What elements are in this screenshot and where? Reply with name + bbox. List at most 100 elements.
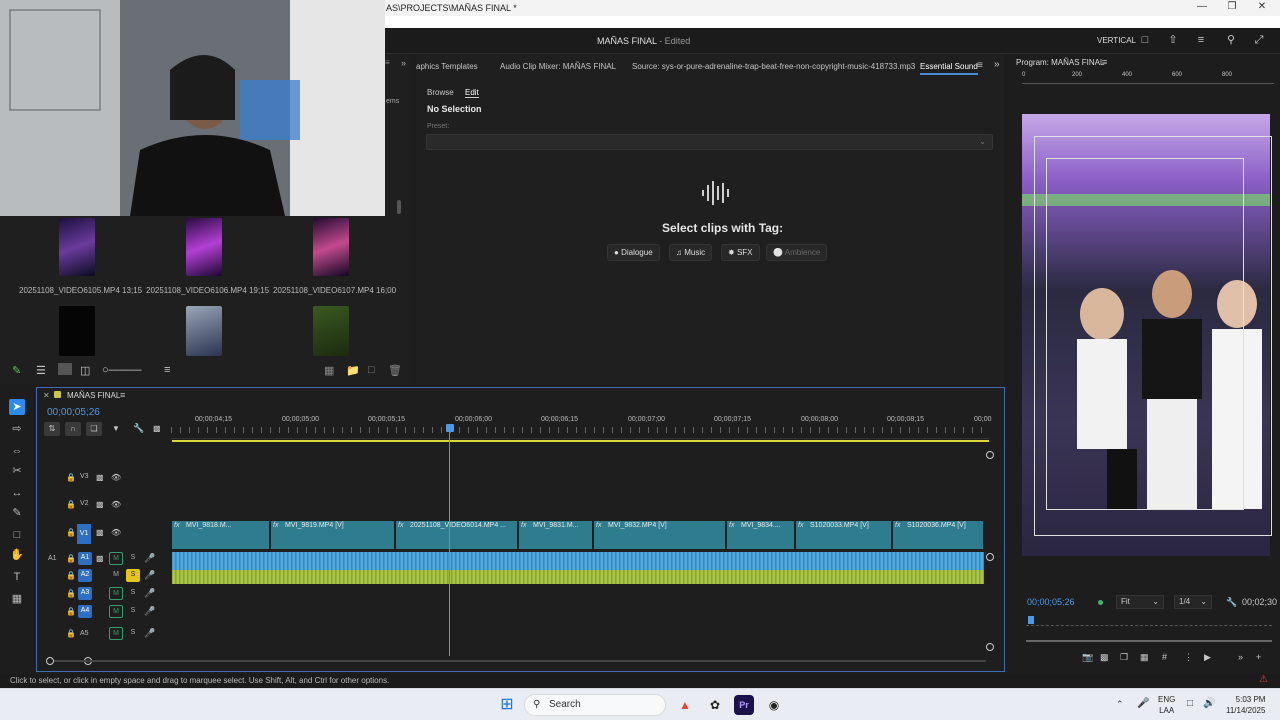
tab-source[interactable]: Source: sys-or-pure-adrenaline-trap-beat…: [632, 62, 915, 71]
solo-button[interactable]: S: [126, 587, 140, 600]
video-clip[interactable]: fx S1020036.MP4 [V]: [893, 521, 984, 549]
track-target-a3[interactable]: A3: [78, 587, 92, 600]
lock-icon[interactable]: 🔒: [66, 554, 76, 563]
grid-icon[interactable]: #: [1162, 652, 1167, 662]
track-target-a2[interactable]: A2: [78, 569, 92, 582]
video-clip[interactable]: fx MVI_9818.M...: [172, 521, 270, 549]
mic-icon[interactable]: 🎤: [144, 553, 155, 564]
fit-select[interactable]: Fit ⌄: [1116, 595, 1164, 609]
playhead-line[interactable]: [449, 432, 450, 656]
razor-tool-icon[interactable]: ✂: [9, 463, 25, 479]
video-clip[interactable]: fx MVI_9831.M...: [519, 521, 593, 549]
mic-icon[interactable]: 🎤: [144, 570, 155, 581]
wrench-icon[interactable]: 🔧: [133, 423, 144, 434]
rectangle-tool-icon[interactable]: □: [9, 527, 25, 543]
mic-icon[interactable]: 🎤: [144, 588, 155, 599]
sequence-menu-icon[interactable]: ≡: [120, 390, 125, 400]
new-item-icon[interactable]: □: [368, 364, 375, 376]
minimize-icon[interactable]: —: [1192, 1, 1212, 15]
mute-button[interactable]: M: [109, 569, 123, 582]
tag-ambience-button[interactable]: ⚪ Ambience: [766, 244, 828, 261]
playhead-handle[interactable]: [446, 424, 454, 432]
wrench-icon[interactable]: 🔧: [1226, 597, 1237, 608]
compare-icon[interactable]: ❐: [1120, 652, 1128, 663]
playhead-marker[interactable]: [1028, 616, 1034, 624]
work-area-bar[interactable]: [172, 440, 989, 442]
sync-icon[interactable]: ▩: [96, 528, 104, 537]
pencil-icon[interactable]: ✎: [12, 364, 21, 377]
type-tool-icon[interactable]: T: [9, 569, 25, 585]
ripple-edit-tool-icon[interactable]: ⇔: [9, 443, 25, 459]
play-icon[interactable]: ▶: [1204, 652, 1211, 663]
clip-thumbnail[interactable]: [59, 306, 95, 356]
export-icon[interactable]: ⇧: [1166, 34, 1180, 46]
warning-icon[interactable]: ⚠: [1259, 674, 1268, 685]
subtab-edit[interactable]: Edit: [465, 88, 479, 98]
zoom-slider[interactable]: ○———: [102, 364, 142, 376]
network-icon[interactable]: □: [1187, 698, 1193, 709]
lock-icon[interactable]: 🔒: [66, 589, 76, 598]
video-clip[interactable]: fx MVI_9834....: [727, 521, 795, 549]
time-ruler[interactable]: 00;00;04;15 00;00;05;00 00;00;05;15 00;0…: [171, 413, 992, 439]
volume-icon[interactable]: 🔊: [1203, 698, 1215, 709]
overflow-icon[interactable]: »: [1238, 652, 1243, 662]
zoom-bar[interactable]: [1026, 640, 1272, 642]
track-target-a1[interactable]: A1: [78, 552, 92, 565]
zoom-handle-left[interactable]: [46, 657, 54, 665]
caption-tool-icon[interactable]: ▦: [9, 591, 25, 607]
workspace-label[interactable]: VERTICAL: [1097, 36, 1136, 45]
clip-thumbnail[interactable]: [186, 306, 222, 356]
hand-tool-icon[interactable]: ✋: [9, 547, 25, 563]
video-clip[interactable]: fx 20251108_VIDEO6014.MP4 ...: [396, 521, 518, 549]
solo-button[interactable]: S: [126, 605, 140, 618]
clip-thumbnail[interactable]: [313, 306, 349, 356]
sort-icon[interactable]: ≡: [164, 364, 170, 376]
solo-button[interactable]: S: [126, 627, 140, 640]
close-sequence-icon[interactable]: ✕: [43, 391, 50, 400]
sequence-tab[interactable]: MAÑAS FINAL: [67, 391, 120, 400]
clip-thumbnail[interactable]: [59, 218, 95, 276]
preset-select[interactable]: ⌄: [426, 134, 993, 150]
freeform-view-icon[interactable]: ◫: [80, 364, 90, 377]
trash-icon[interactable]: 🗑: [388, 364, 402, 377]
tag-dialogue-button[interactable]: ● Dialogue: [607, 244, 660, 261]
add-marker-icon[interactable]: ▼: [112, 424, 120, 433]
eye-icon[interactable]: 👁: [111, 500, 121, 509]
audio-clip-a1[interactable]: [172, 552, 984, 570]
icon-view-icon[interactable]: [58, 363, 72, 375]
panel-overflow-icon[interactable]: »: [401, 58, 406, 68]
lock-icon[interactable]: 🔒: [66, 528, 76, 537]
linked-selection-icon[interactable]: ❏: [86, 422, 102, 436]
panel-overflow-icon[interactable]: »: [994, 59, 1000, 70]
tab-graphics-templates[interactable]: aphics Templates: [416, 62, 478, 71]
mic-icon[interactable]: 🎤: [144, 628, 155, 639]
safe-margins-icon[interactable]: ▩: [1100, 652, 1109, 663]
snap-icon[interactable]: ∩: [65, 422, 81, 436]
scroll-handle[interactable]: [986, 451, 994, 459]
language-indicator[interactable]: ENG LAA: [1158, 694, 1175, 716]
mute-button[interactable]: M: [109, 605, 123, 618]
fullscreen-icon[interactable]: ⤢: [1252, 34, 1266, 46]
chevron-up-icon[interactable]: ⌃: [1116, 699, 1124, 710]
add-button-icon[interactable]: +: [1256, 652, 1261, 662]
obs-icon[interactable]: ◉: [764, 695, 784, 715]
lock-icon[interactable]: 🔒: [66, 607, 76, 616]
panel-menu-icon[interactable]: ≡: [385, 58, 391, 68]
windows-start-icon[interactable]: ⊞: [497, 695, 517, 715]
slip-tool-icon[interactable]: ↔: [9, 485, 25, 501]
selection-tool-icon[interactable]: ➤: [9, 399, 25, 415]
vr-icon[interactable]: ⋮: [1184, 652, 1193, 663]
eye-icon[interactable]: 👁: [111, 528, 121, 537]
scrollbar[interactable]: [397, 200, 401, 214]
video-clip[interactable]: fx S1020033.MP4 [V]: [796, 521, 892, 549]
eye-icon[interactable]: 👁: [111, 473, 121, 482]
video-clip[interactable]: fx MVI_9819.MP4 [V]: [271, 521, 395, 549]
automate-icon[interactable]: ▦: [324, 364, 334, 377]
nest-icon[interactable]: ⇅: [44, 422, 60, 436]
scroll-handle[interactable]: [986, 553, 994, 561]
tab-menu-icon[interactable]: ≡: [977, 60, 983, 71]
restore-icon[interactable]: ❐: [1222, 1, 1242, 15]
list-view-icon[interactable]: ☰: [36, 364, 46, 377]
settings-icon[interactable]: ▦: [1140, 652, 1149, 663]
mic-icon[interactable]: 🎤: [144, 606, 155, 617]
